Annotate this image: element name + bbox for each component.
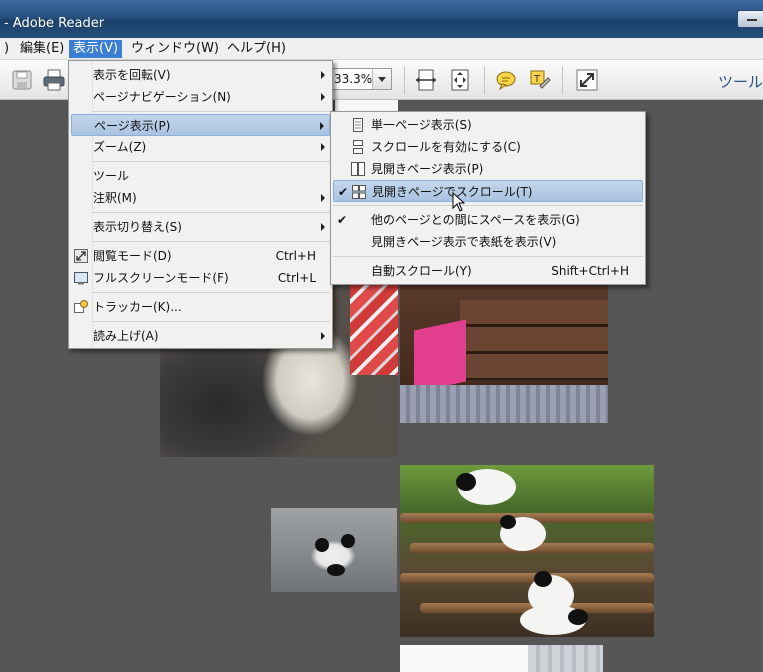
menu-item-page-display[interactable]: ページ表示(P) (71, 114, 330, 136)
menu-separator (93, 321, 330, 322)
menu-item-label: 表示切り替え(S) (93, 220, 182, 234)
save-icon[interactable] (10, 68, 34, 92)
view-menu: 表示を回転(V) ページナビゲーション(N) ページ表示(P) ズーム(Z) ツ… (68, 60, 333, 349)
menu-item-label: トラッカー(K)... (93, 300, 182, 314)
zoom-dropdown-button[interactable] (372, 69, 391, 89)
read-mode-icon (74, 249, 88, 263)
page-display-submenu: 単一ページ表示(S) スクロールを有効にする(C) 見開きページ表示(P) ✔ … (330, 111, 646, 285)
menu-item-enable-scrolling[interactable]: スクロールを有効にする(C) (333, 136, 643, 158)
mouse-cursor-icon (452, 192, 466, 212)
menu-item-label: フルスクリーンモード(F) (93, 271, 229, 285)
menu-separator (93, 292, 330, 293)
minimize-button[interactable] (737, 10, 763, 28)
fullscreen-icon (74, 272, 88, 285)
menu-item-label: ページ表示(P) (94, 119, 171, 133)
title-bar: - Adobe Reader (0, 0, 763, 38)
scroll-icon (353, 140, 363, 154)
menu-item-single-page[interactable]: 単一ページ表示(S) (333, 114, 643, 136)
submenu-arrow-icon (320, 122, 324, 130)
menu-separator (93, 111, 330, 112)
menu-item-label: 読み上げ(A) (93, 329, 159, 343)
menu-item-two-page[interactable]: 見開きページ表示(P) (333, 158, 643, 180)
comment-icon[interactable] (494, 68, 518, 92)
panda-photo-drawer (400, 285, 608, 423)
menu-shortcut: Ctrl+L (277, 271, 316, 285)
menu-item-label: 表示を回転(V) (93, 68, 171, 82)
fit-width-icon[interactable] (414, 68, 438, 92)
menu-item-comments[interactable]: 注釈(M) (71, 187, 330, 209)
menu-item-fullscreen[interactable]: フルスクリーンモード(F) Ctrl+L (71, 267, 330, 289)
menu-item-label: 見開きページ表示(P) (371, 162, 484, 176)
menu-item-label: スクロールを有効にする(C) (371, 140, 521, 154)
menu-shortcut: Ctrl+H (275, 249, 316, 263)
menu-edit[interactable]: 編集(E) (16, 40, 68, 58)
window-title: - Adobe Reader (4, 16, 105, 31)
menu-item-label: ツール (93, 169, 130, 183)
menu-window[interactable]: ウィンドウ(W) (127, 40, 223, 58)
svg-text:T: T (533, 74, 541, 85)
menu-file-tail[interactable]: ) (0, 40, 13, 58)
submenu-arrow-icon (321, 143, 325, 151)
checkmark-icon: ✔ (337, 213, 348, 227)
menu-item-label: 他のページとの間にスペースを表示(G) (371, 213, 580, 227)
expand-icon[interactable] (575, 68, 599, 92)
toolbar-separator (562, 66, 563, 94)
submenu-arrow-icon (321, 332, 325, 340)
menu-item-label: ページナビゲーション(N) (93, 90, 231, 104)
toolbar-separator (484, 66, 485, 94)
menu-item-two-page-scrolling[interactable]: ✔ 見開きページでスクロール(T) (333, 180, 643, 202)
menu-item-label: 自動スクロール(Y) (371, 264, 472, 278)
menu-item-read-mode[interactable]: 閲覧モード(D) Ctrl+H (71, 245, 330, 267)
panda-photo-lying (271, 508, 397, 592)
submenu-arrow-icon (321, 194, 325, 202)
menu-item-zoom[interactable]: ズーム(Z) (71, 136, 330, 158)
menu-item-tracker[interactable]: トラッカー(K)... (71, 296, 330, 318)
two-page-scroll-icon (352, 185, 366, 199)
menu-item-rotate-view[interactable]: 表示を回転(V) (71, 64, 330, 86)
menu-item-label: 見開きページ表示で表紙を表示(V) (371, 235, 557, 249)
menu-item-read-aloud[interactable]: 読み上げ(A) (71, 325, 330, 347)
print-icon[interactable] (42, 68, 66, 92)
menu-separator (93, 212, 330, 213)
menu-item-show-hide[interactable]: 表示切り替え(S) (71, 216, 330, 238)
menu-item-label: 注釈(M) (93, 191, 137, 205)
fit-page-icon[interactable] (448, 68, 472, 92)
tracker-icon (74, 300, 88, 313)
panda-photo-logs (400, 465, 654, 637)
page-bottom-photo (400, 645, 603, 672)
submenu-arrow-icon (321, 71, 325, 79)
menu-shortcut: Shift+Ctrl+H (551, 264, 629, 278)
menu-separator (333, 256, 643, 257)
menu-bar: ) 編集(E) 表示(V) ウィンドウ(W) ヘルプ(H) (0, 38, 763, 60)
menu-item-page-navigation[interactable]: ページナビゲーション(N) (71, 86, 330, 108)
menu-item-label: 単一ページ表示(S) (371, 118, 472, 132)
menu-item-tools[interactable]: ツール (71, 165, 330, 187)
checkmark-icon: ✔ (338, 185, 349, 199)
tools-pane-label[interactable]: ツール (718, 71, 763, 92)
single-page-icon (353, 118, 363, 132)
menu-item-auto-scroll[interactable]: 自動スクロール(Y) Shift+Ctrl+H (333, 260, 643, 282)
menu-separator (333, 205, 643, 206)
submenu-arrow-icon (321, 93, 325, 101)
menu-view[interactable]: 表示(V) (69, 40, 123, 58)
submenu-arrow-icon (321, 223, 325, 231)
menu-separator (93, 161, 330, 162)
menu-separator (93, 241, 330, 242)
menu-item-label: 閲覧モード(D) (93, 249, 172, 263)
two-page-icon (351, 162, 365, 176)
menu-item-label: ズーム(Z) (93, 140, 147, 154)
menu-item-show-cover[interactable]: 見開きページ表示で表紙を表示(V) (333, 231, 643, 253)
highlight-text-icon[interactable]: T (528, 68, 552, 92)
toolbar-separator (404, 66, 405, 94)
menu-help[interactable]: ヘルプ(H) (223, 40, 290, 58)
menu-item-show-gaps[interactable]: ✔ 他のページとの間にスペースを表示(G) (333, 209, 643, 231)
